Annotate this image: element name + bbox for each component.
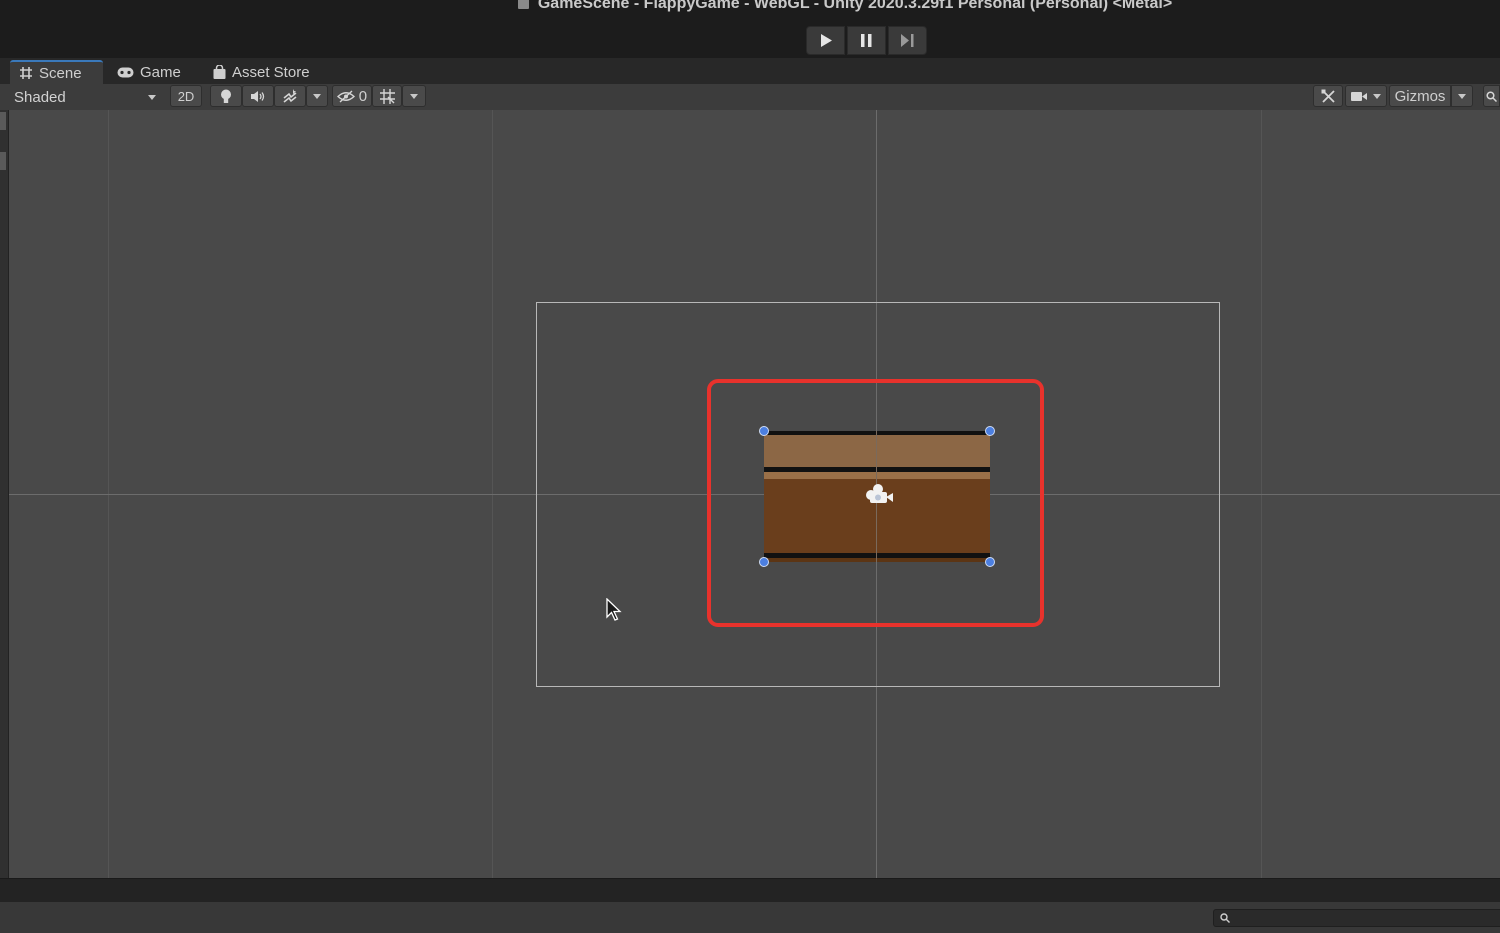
view-tabs: Scene Game Asset Store	[0, 58, 1500, 84]
play-controls	[806, 26, 927, 55]
tab-label: Asset Store	[232, 63, 310, 81]
gamepad-icon	[117, 67, 134, 78]
shopping-bag-icon	[213, 65, 226, 79]
tab-scene[interactable]: Scene	[10, 60, 103, 84]
draw-mode-label: Shaded	[14, 88, 66, 106]
scene-toolbar: Shaded 2D 0 Gizmos	[0, 84, 1500, 111]
panel-resize-handle[interactable]	[0, 152, 6, 170]
pause-button[interactable]	[847, 26, 886, 55]
tab-asset-store[interactable]: Asset Store	[213, 60, 310, 84]
grid-snap-icon	[379, 88, 395, 104]
grid-dropdown[interactable]	[402, 85, 426, 107]
scene-search-field[interactable]	[1483, 85, 1500, 107]
chevron-down-icon	[1372, 93, 1381, 99]
panel-resize-handle[interactable]	[0, 112, 6, 130]
project-search-field[interactable]	[1213, 909, 1500, 927]
chevron-down-icon	[410, 93, 418, 99]
chevron-down-icon	[148, 94, 156, 100]
hidden-count: 0	[358, 87, 368, 105]
mouse-cursor-icon	[606, 597, 622, 627]
video-camera-icon	[1351, 91, 1368, 101]
scene-view[interactable]	[9, 110, 1500, 878]
title-bar: GameScene - FlappyGame - WebGL - Unity 2…	[0, 0, 1500, 58]
chevron-down-icon	[313, 93, 321, 99]
play-icon	[820, 34, 832, 47]
camera-settings-button[interactable]	[1345, 85, 1387, 107]
tools-button[interactable]	[1313, 85, 1343, 107]
annotation-highlight-box	[707, 379, 1044, 627]
step-button[interactable]	[888, 26, 927, 55]
effects-icon	[283, 88, 297, 103]
chevron-down-icon	[1458, 93, 1466, 99]
tab-label: Scene	[39, 64, 82, 82]
2d-toggle-button[interactable]: 2D	[170, 85, 202, 107]
tab-game[interactable]: Game	[117, 60, 181, 84]
gizmos-label: Gizmos	[1394, 87, 1446, 105]
2d-label: 2D	[177, 88, 195, 104]
window-title: GameScene - FlappyGame - WebGL - Unity 2…	[0, 0, 1500, 13]
tab-label: Game	[140, 63, 181, 81]
audio-toggle-button[interactable]	[242, 85, 274, 107]
light-bulb-icon	[221, 89, 231, 103]
search-icon	[1220, 913, 1230, 923]
search-icon	[1486, 90, 1497, 102]
lighting-toggle-button[interactable]	[210, 85, 242, 107]
document-icon	[517, 0, 529, 9]
effects-toggle-button[interactable]	[274, 85, 306, 107]
play-button[interactable]	[806, 26, 845, 55]
grid-icon	[19, 66, 33, 80]
window-title-text: GameScene - FlappyGame - WebGL - Unity 2…	[537, 0, 1173, 12]
status-bar	[0, 878, 1500, 903]
speaker-icon	[251, 90, 265, 102]
hidden-eye-icon	[336, 89, 355, 103]
bottom-panel	[0, 902, 1500, 933]
draw-mode-dropdown[interactable]: Shaded	[6, 86, 160, 108]
gizmos-button[interactable]: Gizmos	[1389, 85, 1451, 107]
grid-snap-button[interactable]	[372, 85, 402, 107]
step-icon	[901, 34, 914, 47]
gizmos-dropdown[interactable]	[1451, 85, 1473, 107]
scene-visibility-button[interactable]: 0	[332, 85, 372, 107]
left-panel-edge	[0, 110, 9, 878]
effects-dropdown[interactable]	[306, 85, 328, 107]
tools-icon	[1321, 89, 1335, 103]
pause-icon	[861, 34, 872, 47]
